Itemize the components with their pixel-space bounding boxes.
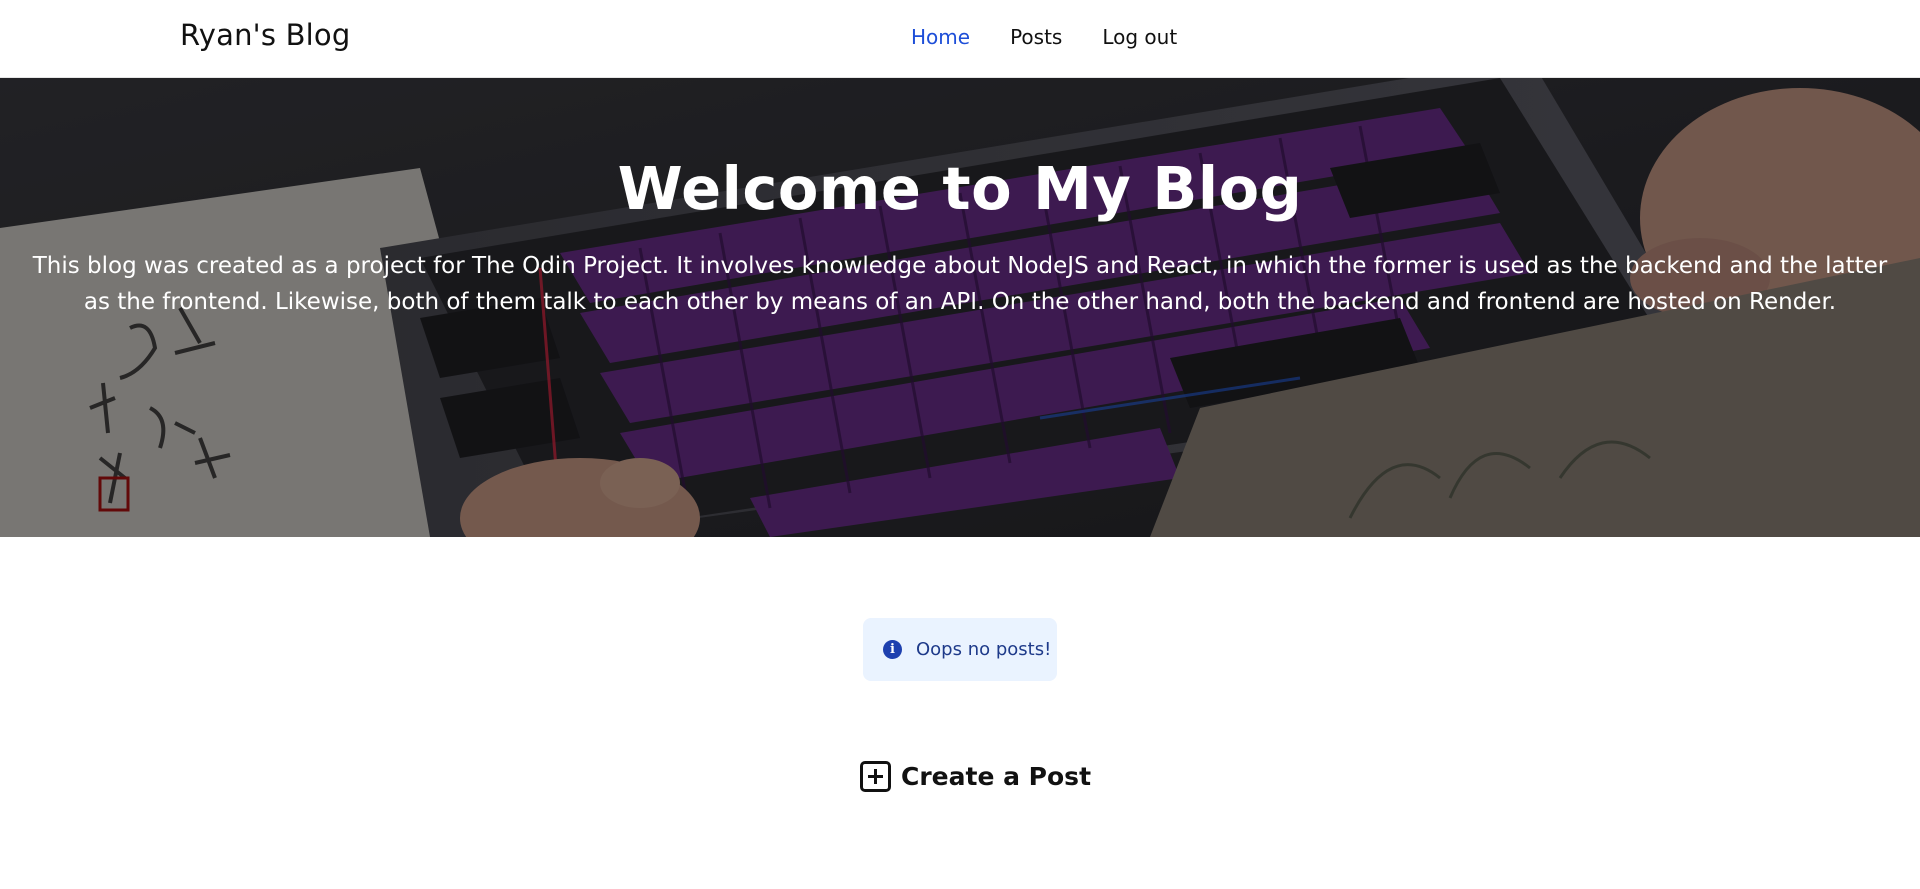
nav-logout[interactable]: Log out bbox=[1102, 25, 1177, 49]
nav-posts[interactable]: Posts bbox=[1010, 25, 1062, 49]
hero-banner: Welcome to My Blog This blog was created… bbox=[0, 78, 1920, 537]
top-navbar: Ryan's Blog Home Posts Log out bbox=[0, 0, 1920, 78]
hero-description: This blog was created as a project for T… bbox=[32, 253, 1888, 315]
create-post-label: Create a Post bbox=[901, 762, 1092, 791]
hero-title: Welcome to My Blog bbox=[617, 154, 1303, 223]
plus-square-icon bbox=[860, 761, 891, 792]
nav-home[interactable]: Home bbox=[911, 25, 970, 49]
alert-message: Oops no posts! bbox=[916, 639, 1052, 660]
info-icon: i bbox=[883, 640, 902, 659]
create-post-button[interactable]: Create a Post bbox=[860, 761, 1091, 792]
no-posts-alert: i Oops no posts! bbox=[863, 618, 1057, 681]
brand-link[interactable]: Ryan's Blog bbox=[180, 18, 350, 52]
main-nav: Home Posts Log out bbox=[911, 25, 1177, 49]
